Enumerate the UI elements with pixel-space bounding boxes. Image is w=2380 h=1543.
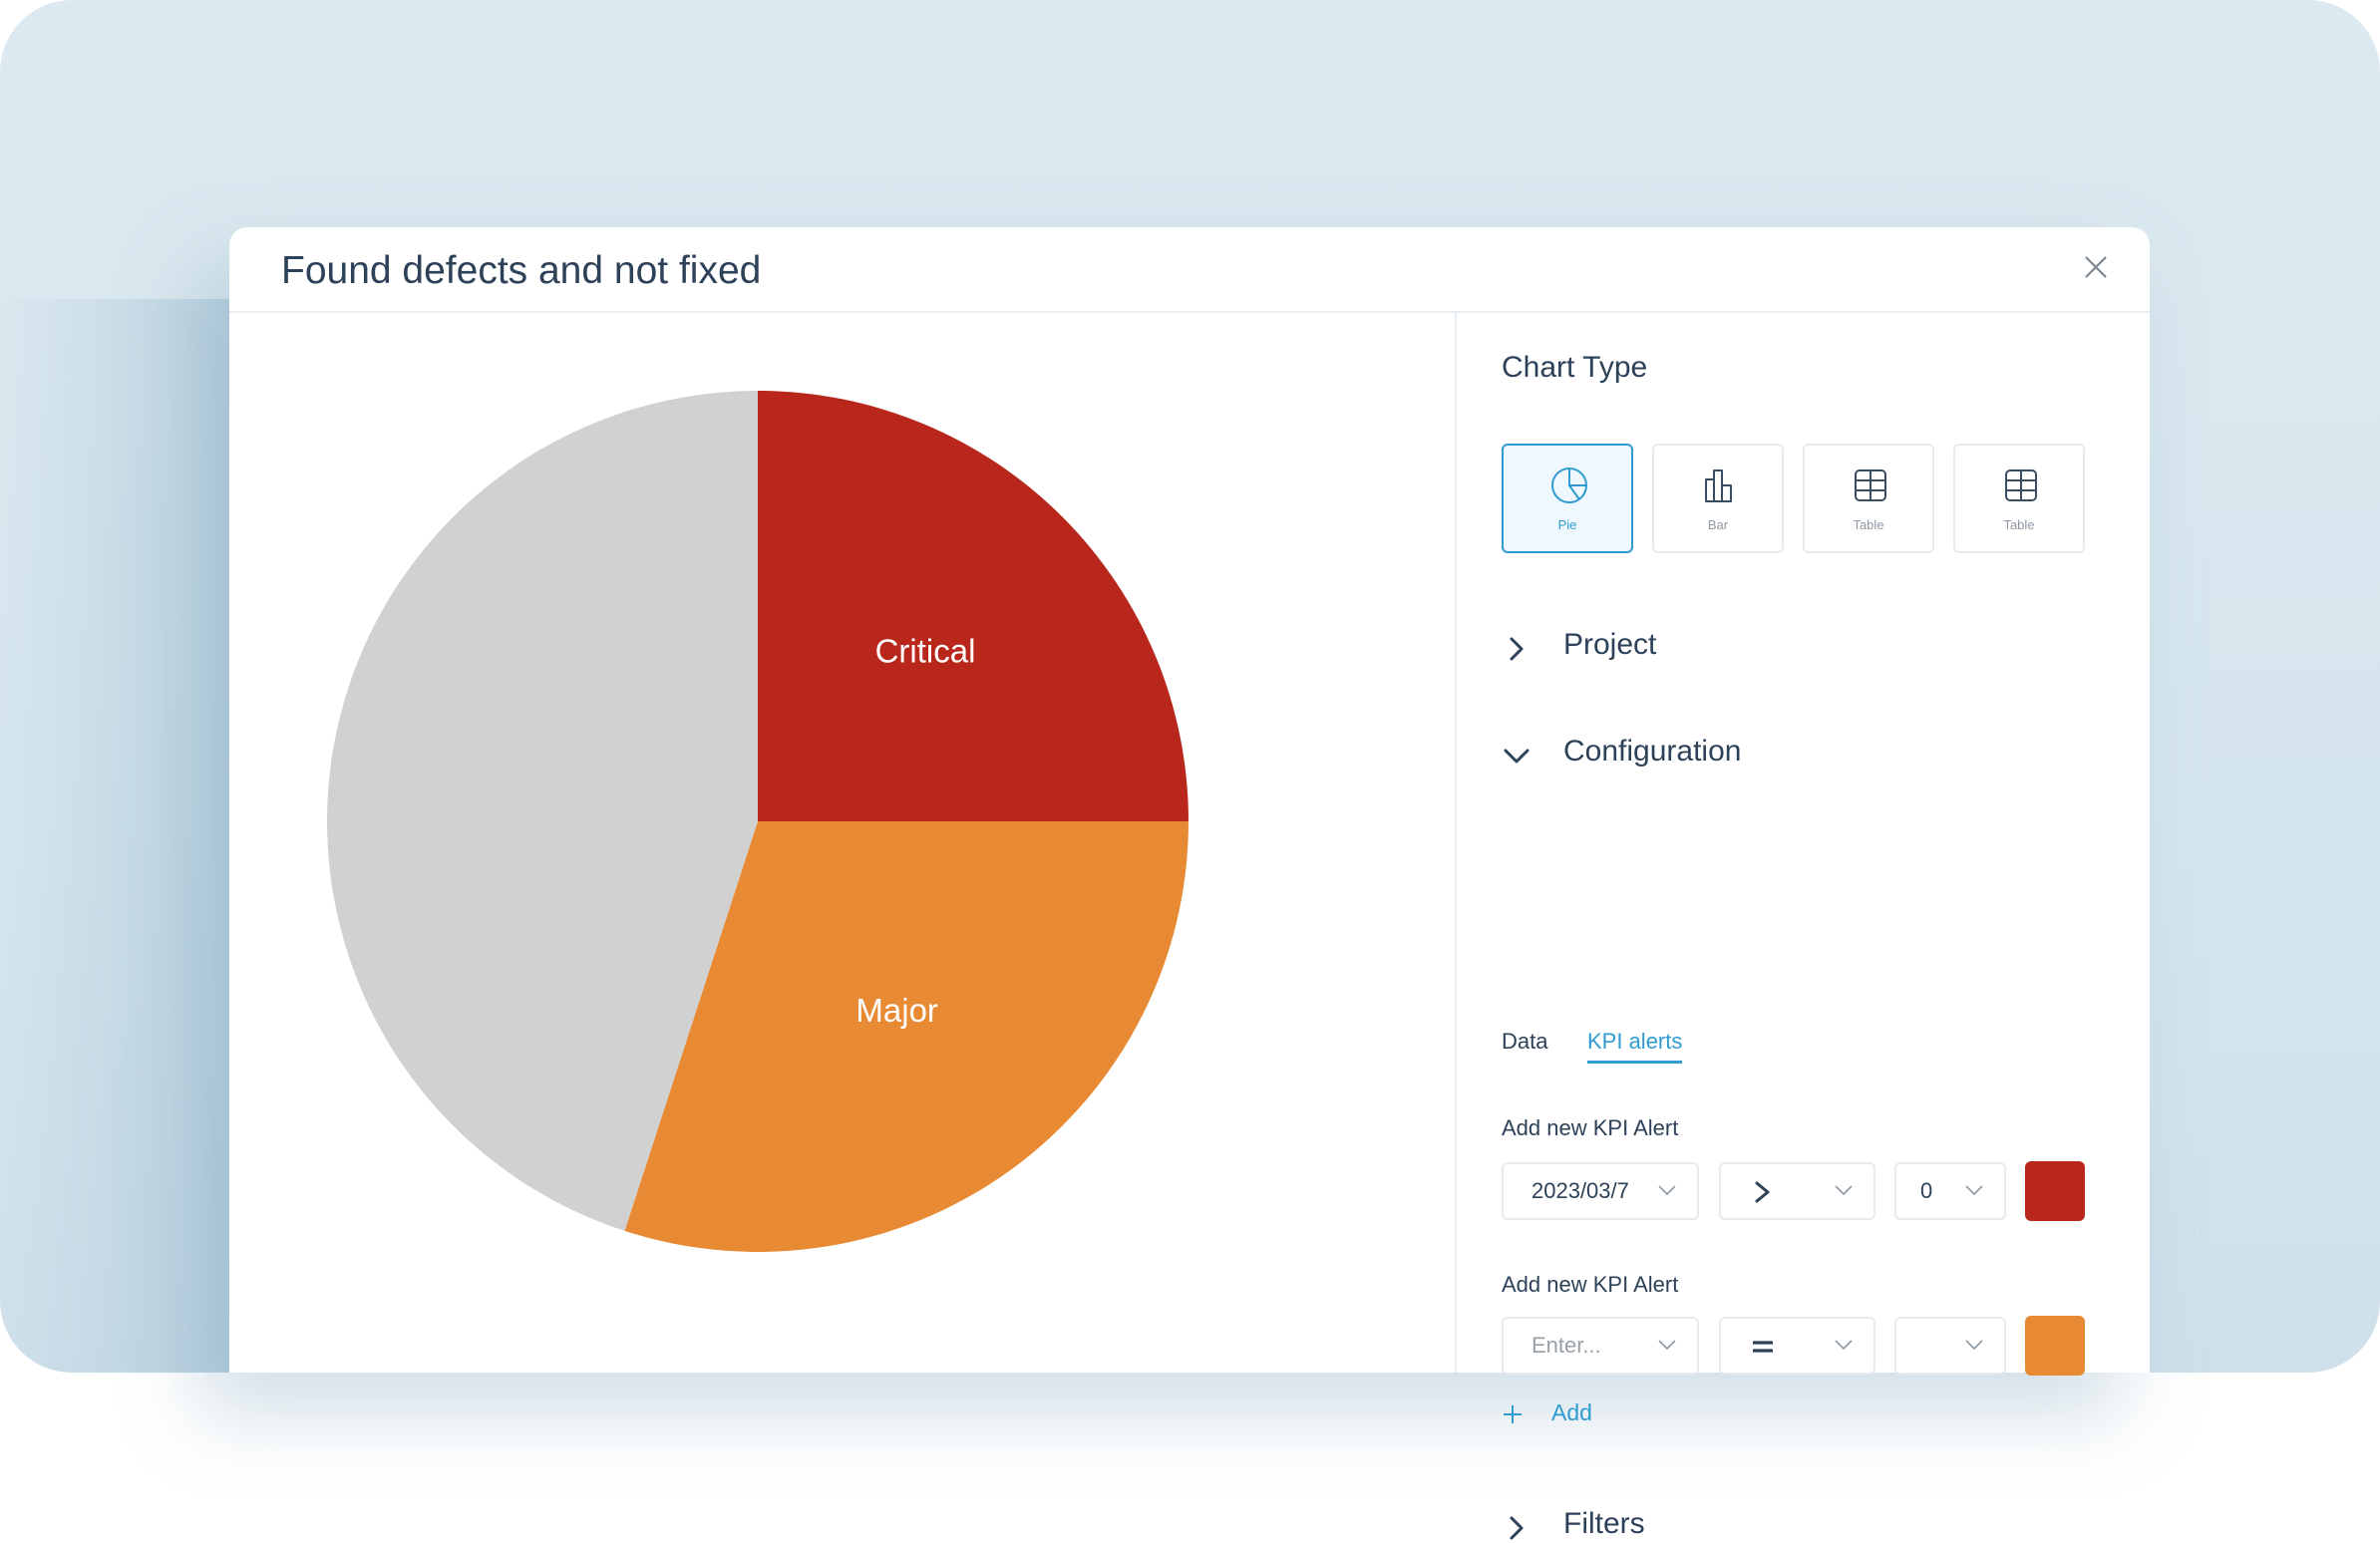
chart-type-label: Table [1853,517,1884,532]
chart-type-label: Bar [1707,517,1729,532]
chart-type-label: Pie [1557,517,1577,532]
modal-title: Found defects and not fixed [281,249,762,292]
chevron-right-icon [1510,1516,1524,1540]
kpi-field-select[interactable]: 2023/03/7 [1502,1162,1699,1220]
chevron-down-icon [1965,1340,1983,1351]
chart-type-heading: Chart Type [1502,351,1648,384]
chart-area: Critical Major [229,313,1455,1373]
chevron-down-icon [1504,749,1530,764]
kpi-alert-label: Add new KPI Alert [1502,1115,1679,1140]
chart-type-table-2[interactable]: Table [1953,444,2085,553]
kpi-color-swatch[interactable] [2025,1316,2085,1376]
kpi-threshold-select[interactable] [1894,1317,2006,1375]
plus-icon [1504,1405,1522,1423]
kpi-alert-label: Add new KPI Alert [1502,1272,1679,1297]
configuration-section-label: Configuration [1563,735,1742,768]
close-button[interactable] [2082,253,2110,281]
pie-chart-icon [1551,467,1587,503]
kpi-threshold-value: 0 [1920,1178,1933,1203]
equals-icon [1753,1341,1773,1353]
kpi-field-value: 2023/03/7 [1531,1178,1629,1203]
table-icon [2005,469,2037,501]
kpi-threshold-select[interactable]: 0 [1894,1162,2006,1220]
table-icon [1855,469,1886,501]
pie-label-critical: Critical [875,633,976,670]
config-panel: Chart Type Pie Bar Table Table Project C… [1457,313,2150,1540]
chart-type-table[interactable]: Table [1803,444,1934,553]
chevron-down-icon [1835,1185,1853,1196]
project-section-label: Project [1563,628,1657,661]
filters-section-label: Filters [1563,1507,1645,1540]
chart-type-label: Table [2003,517,2035,532]
modal-header: Found defects and not fixed [229,227,2150,313]
kpi-operator-select[interactable] [1719,1317,1875,1375]
pie-slice-critical[interactable] [758,391,1189,821]
kpi-field-select[interactable]: Enter... [1502,1317,1699,1375]
chevron-down-icon [1658,1340,1676,1351]
kpi-color-swatch[interactable] [2025,1161,2085,1221]
tab-kpi-alerts[interactable]: KPI alerts [1587,1029,1683,1064]
kpi-field-placeholder: Enter... [1531,1333,1601,1358]
chevron-right-icon [1510,637,1524,661]
pie-chart: Critical Major [327,391,1189,1252]
kpi-operator-select[interactable] [1719,1162,1875,1220]
chevron-down-icon [1835,1340,1853,1351]
background-shade [0,299,239,1373]
chart-editor-modal: Found defects and not fixed Critical Majo… [229,227,2150,1540]
chart-type-bar[interactable]: Bar [1652,444,1784,553]
add-label: Add [1551,1399,1592,1425]
tab-data[interactable]: Data [1502,1029,1547,1055]
bar-chart-icon [1705,469,1732,502]
chevron-down-icon [1658,1185,1676,1196]
chevron-down-icon [1965,1185,1983,1196]
chart-type-pie[interactable]: Pie [1502,444,1633,553]
close-icon [2085,256,2107,278]
greater-than-icon [1755,1181,1770,1203]
pie-label-major: Major [855,992,938,1029]
